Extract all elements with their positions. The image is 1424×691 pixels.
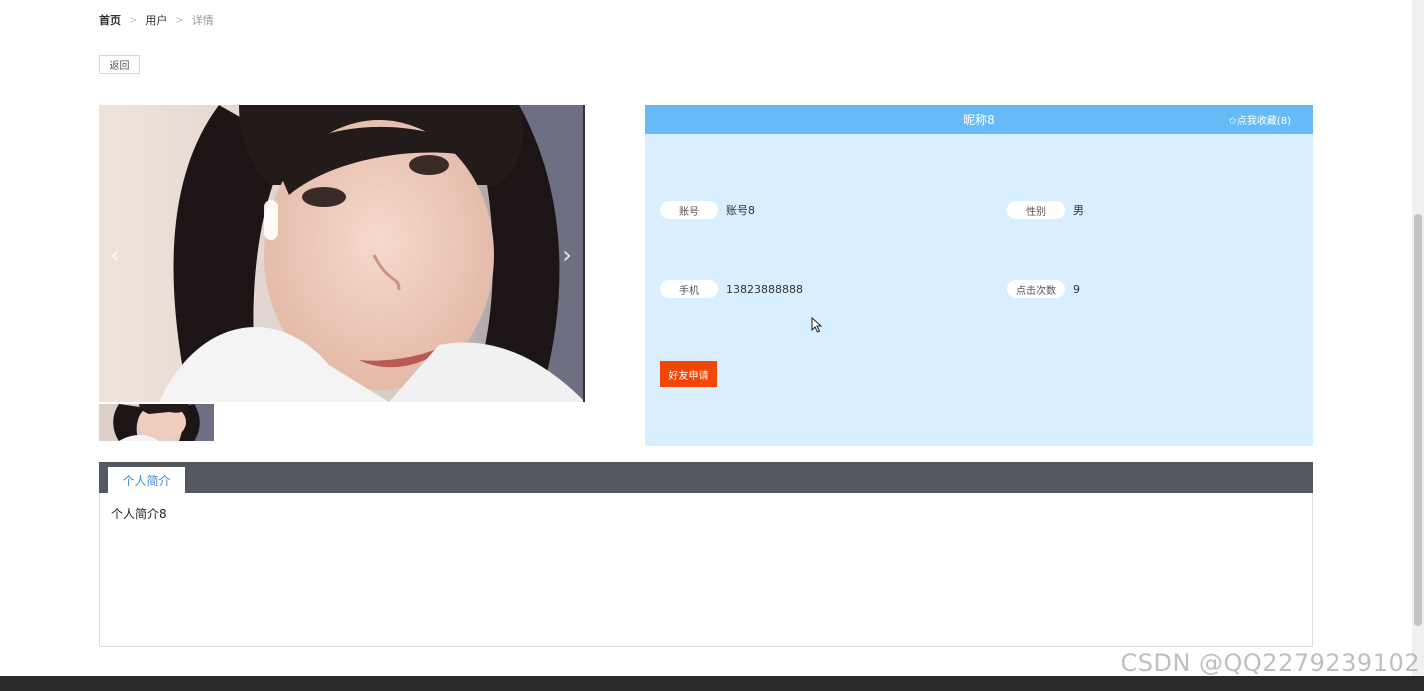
photo-carousel[interactable]: ‹ › bbox=[99, 105, 585, 402]
field-gender: 性别 男 bbox=[1007, 201, 1084, 219]
carousel-prev-icon[interactable]: ‹ bbox=[105, 241, 125, 269]
field-value: 男 bbox=[1073, 204, 1084, 217]
scrollbar-thumb[interactable] bbox=[1414, 214, 1422, 626]
carousel-next-icon[interactable]: › bbox=[557, 241, 577, 269]
breadcrumb: 首页 > 用户 > 详情 bbox=[99, 12, 214, 28]
tab-bar: 个人简介 bbox=[99, 462, 1313, 493]
watermark-text: CSDN @QQ2279239102 bbox=[1120, 649, 1420, 677]
field-value: 账号8 bbox=[726, 204, 755, 217]
photo-thumbnail[interactable] bbox=[99, 404, 214, 441]
page: 首页 > 用户 > 详情 返回 ‹ › 昵称8 ✩点我收藏(8) 账号 账号8 … bbox=[0, 0, 1424, 691]
breadcrumb-home[interactable]: 首页 bbox=[99, 12, 121, 28]
field-label: 性别 bbox=[1007, 201, 1065, 219]
friend-request-button[interactable]: 好友申请 bbox=[660, 361, 717, 387]
favorite-button[interactable]: ✩点我收藏(8) bbox=[1228, 105, 1291, 134]
breadcrumb-separator: > bbox=[129, 14, 138, 26]
profile-nickname: 昵称8 bbox=[963, 113, 995, 127]
profile-info-panel: 昵称8 ✩点我收藏(8) 账号 账号8 性别 男 手机 13823888888 … bbox=[645, 105, 1313, 446]
field-click-count: 点击次数 9 bbox=[1007, 280, 1080, 298]
thumbnail-image bbox=[99, 404, 214, 441]
footer-bar bbox=[0, 676, 1424, 691]
field-label: 账号 bbox=[660, 201, 718, 219]
back-button[interactable]: 返回 bbox=[99, 55, 140, 74]
field-value: 9 bbox=[1073, 282, 1080, 296]
breadcrumb-users[interactable]: 用户 bbox=[145, 12, 167, 28]
field-label: 点击次数 bbox=[1007, 280, 1065, 298]
tab-content: 个人简介8 bbox=[99, 493, 1313, 647]
breadcrumb-current: 详情 bbox=[191, 14, 214, 27]
tab-personal-intro[interactable]: 个人简介 bbox=[108, 467, 185, 493]
field-phone: 手机 13823888888 bbox=[660, 280, 803, 298]
field-value: 13823888888 bbox=[726, 282, 803, 296]
field-label: 手机 bbox=[660, 280, 718, 298]
breadcrumb-separator: > bbox=[175, 14, 184, 26]
mouse-cursor-icon bbox=[811, 317, 823, 333]
page-scrollbar[interactable] bbox=[1412, 0, 1424, 676]
profile-photo bbox=[99, 105, 583, 402]
field-account: 账号 账号8 bbox=[660, 201, 755, 219]
intro-text: 个人简介8 bbox=[111, 507, 167, 521]
profile-header: 昵称8 ✩点我收藏(8) bbox=[645, 105, 1313, 134]
